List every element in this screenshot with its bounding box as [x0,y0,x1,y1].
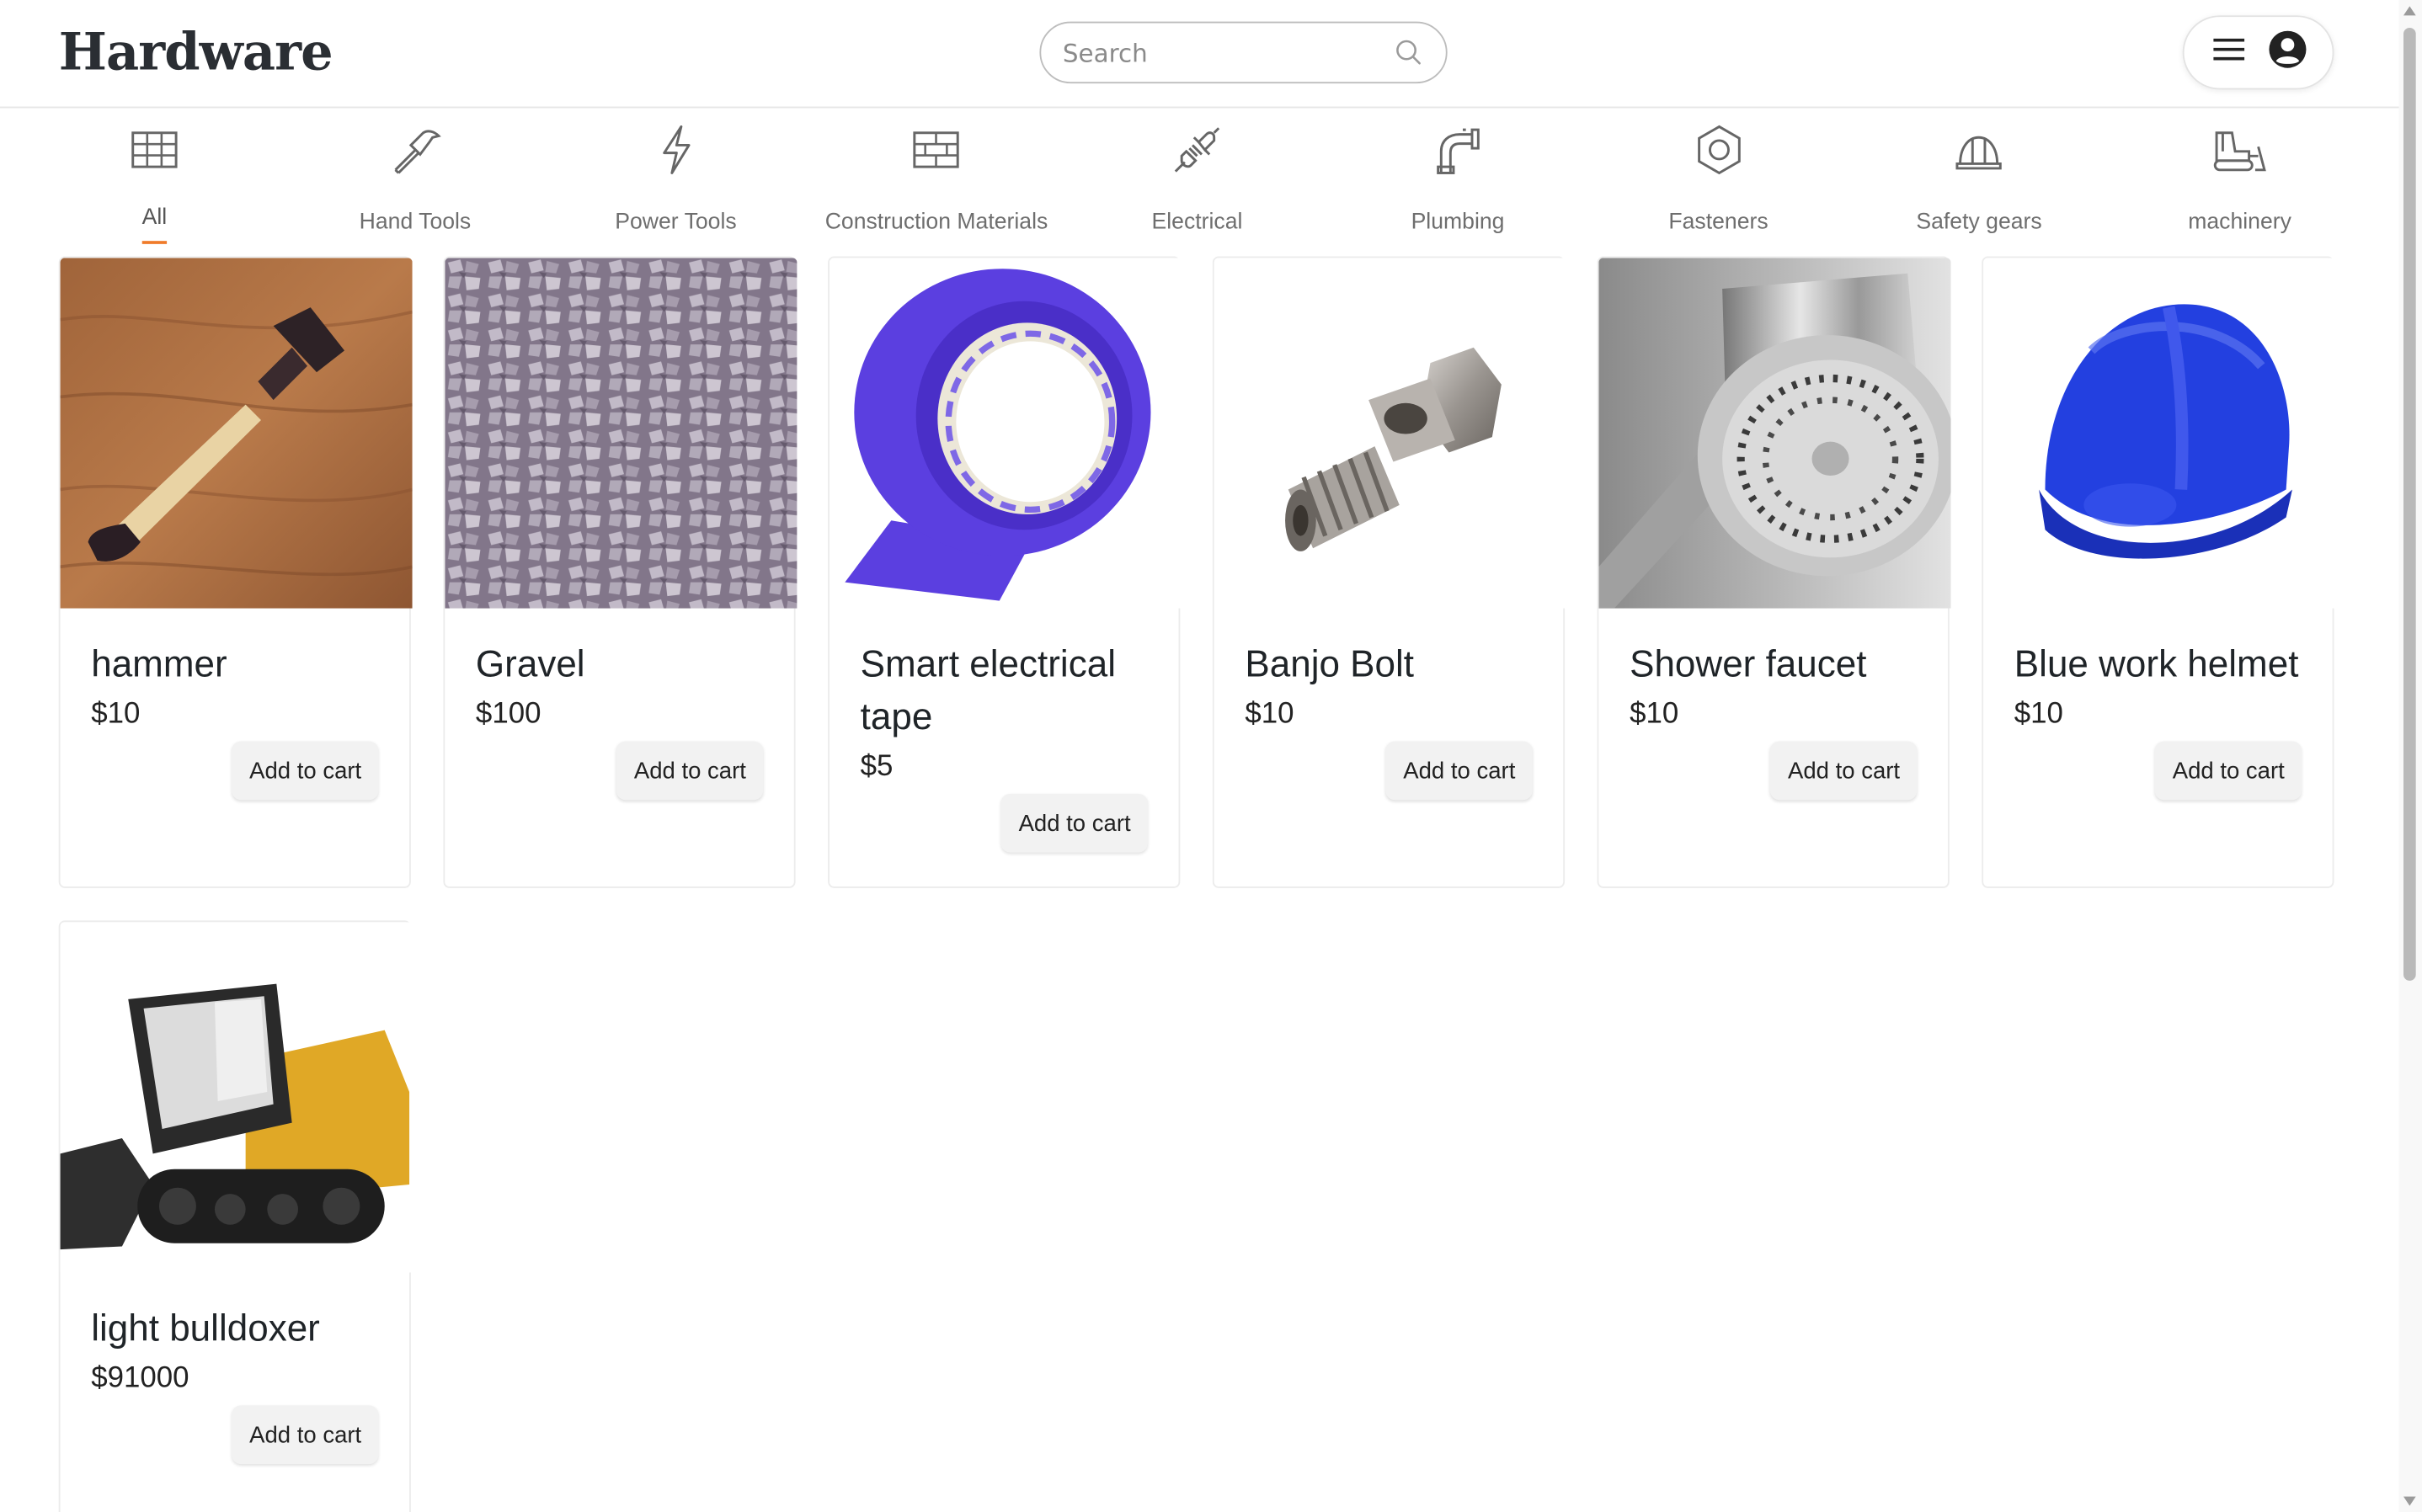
hard-hat-icon [1951,122,2007,178]
category-label: Hand Tools [359,210,472,235]
hammer-icon [387,122,443,178]
category-label: Construction Materials [824,210,1048,235]
product-info: light bulldoxer $91000 Add to cart [61,1273,410,1465]
blue-helmet-image[interactable] [1983,258,2336,609]
banjo-bolt-image[interactable] [1214,258,1566,609]
product-name[interactable]: Banjo Bolt [1245,639,1532,691]
add-to-cart-button[interactable]: Add to cart [1001,793,1148,853]
category-label: All [141,205,168,231]
product-card[interactable]: light bulldoxer $91000 Add to cart [58,920,413,1512]
add-to-cart-button[interactable]: Add to cart [2155,741,2302,801]
category-electrical[interactable]: Electrical [1067,117,1326,243]
product-name[interactable]: light bulldoxer [91,1303,378,1355]
product-info: hammer $10 Add to cart [61,609,410,801]
category-label: Fasteners [1668,210,1768,235]
product-info: Blue work helmet $10 Add to cart [1983,609,2333,801]
category-plumbing[interactable]: Plumbing [1328,117,1587,243]
product-price: $100 [475,698,541,731]
product-price: $10 [1630,698,1679,731]
product-card[interactable]: Smart electrical tape $5 Add to cart [828,256,1182,888]
product-card[interactable]: Shower faucet $10 Add to cart [1597,256,1951,888]
product-info: Shower faucet $10 Add to cart [1598,609,1948,801]
search-box[interactable] [1039,21,1448,84]
category-label: machinery [2188,210,2291,235]
gravel-image[interactable] [445,258,798,609]
product-info: Banjo Bolt $10 Add to cart [1214,609,1564,801]
category-safety-gears[interactable]: Safety gears [1849,117,2109,243]
category-hand-tools[interactable]: Hand Tools [285,117,545,243]
site-logo[interactable]: Hardware [59,20,333,85]
active-underline [141,241,168,244]
product-price: $5 [860,750,894,784]
scroll-thumb[interactable] [2403,28,2416,981]
bulldozer-icon [2212,122,2268,178]
product-info: Smart electrical tape $5 Add to cart [830,609,1179,853]
category-label: Electrical [1151,210,1243,235]
shower-head-image[interactable] [1598,258,1951,609]
hammer-on-wood-image[interactable] [60,258,413,609]
product-price: $10 [2014,698,2063,731]
category-label: Power Tools [615,210,737,235]
product-name[interactable]: Smart electrical tape [861,639,1148,744]
category-label: Plumbing [1411,210,1505,235]
product-name[interactable]: hammer [91,639,378,691]
search-icon[interactable] [1393,37,1424,68]
add-to-cart-button[interactable]: Add to cart [232,1405,379,1465]
product-name[interactable]: Gravel [476,639,763,691]
product-card[interactable]: Gravel $100 Add to cart [443,256,798,888]
add-to-cart-button[interactable]: Add to cart [616,741,764,801]
add-to-cart-button[interactable]: Add to cart [1770,741,1918,801]
bricks-icon [909,122,964,178]
scroll-up-arrow-icon[interactable] [2403,6,2416,16]
category-label: Safety gears [1916,210,2042,235]
add-to-cart-button[interactable]: Add to cart [232,741,379,801]
product-card[interactable]: Blue work helmet $10 Add to cart [1982,256,2336,888]
category-machinery[interactable]: machinery [2110,117,2370,243]
category-construction-materials[interactable]: Construction Materials [807,117,1066,243]
product-price: $91000 [91,1362,189,1395]
plug-icon [1169,122,1224,178]
user-avatar-icon[interactable] [2267,29,2307,76]
pipe-icon [1430,122,1486,178]
menu-icon[interactable] [2210,34,2247,71]
purple-tape-image[interactable] [829,258,1182,609]
category-fasteners[interactable]: Fasteners [1588,117,1848,243]
category-power-tools[interactable]: Power Tools [546,117,805,243]
grid-icon [126,122,182,178]
product-grid: hammer $10 Add to cart Gravel $100 Add t… [58,256,2336,1512]
hex-nut-icon [1691,122,1747,178]
category-bar: All Hand Tools Power Tools Construction … [24,117,2370,244]
scroll-down-arrow-icon[interactable] [2403,1496,2416,1506]
product-card[interactable]: Banjo Bolt $10 Add to cart [1212,256,1566,888]
product-name[interactable]: Blue work helmet [2014,639,2302,691]
product-price: $10 [91,698,141,731]
page-scrollbar[interactable] [2398,0,2422,1512]
search-input[interactable] [1062,37,1388,67]
add-to-cart-button[interactable]: Add to cart [1386,741,1533,801]
product-info: Gravel $100 Add to cart [445,609,794,801]
category-all[interactable]: All [24,117,284,244]
product-name[interactable]: Shower faucet [1630,639,1917,691]
product-price: $10 [1245,698,1294,731]
top-header: Hardware [0,0,2399,109]
compact-track-loader-image[interactable] [60,922,413,1273]
user-menu-button[interactable] [2182,15,2334,90]
lightning-icon [648,122,703,178]
product-card[interactable]: hammer $10 Add to cart [58,256,413,888]
